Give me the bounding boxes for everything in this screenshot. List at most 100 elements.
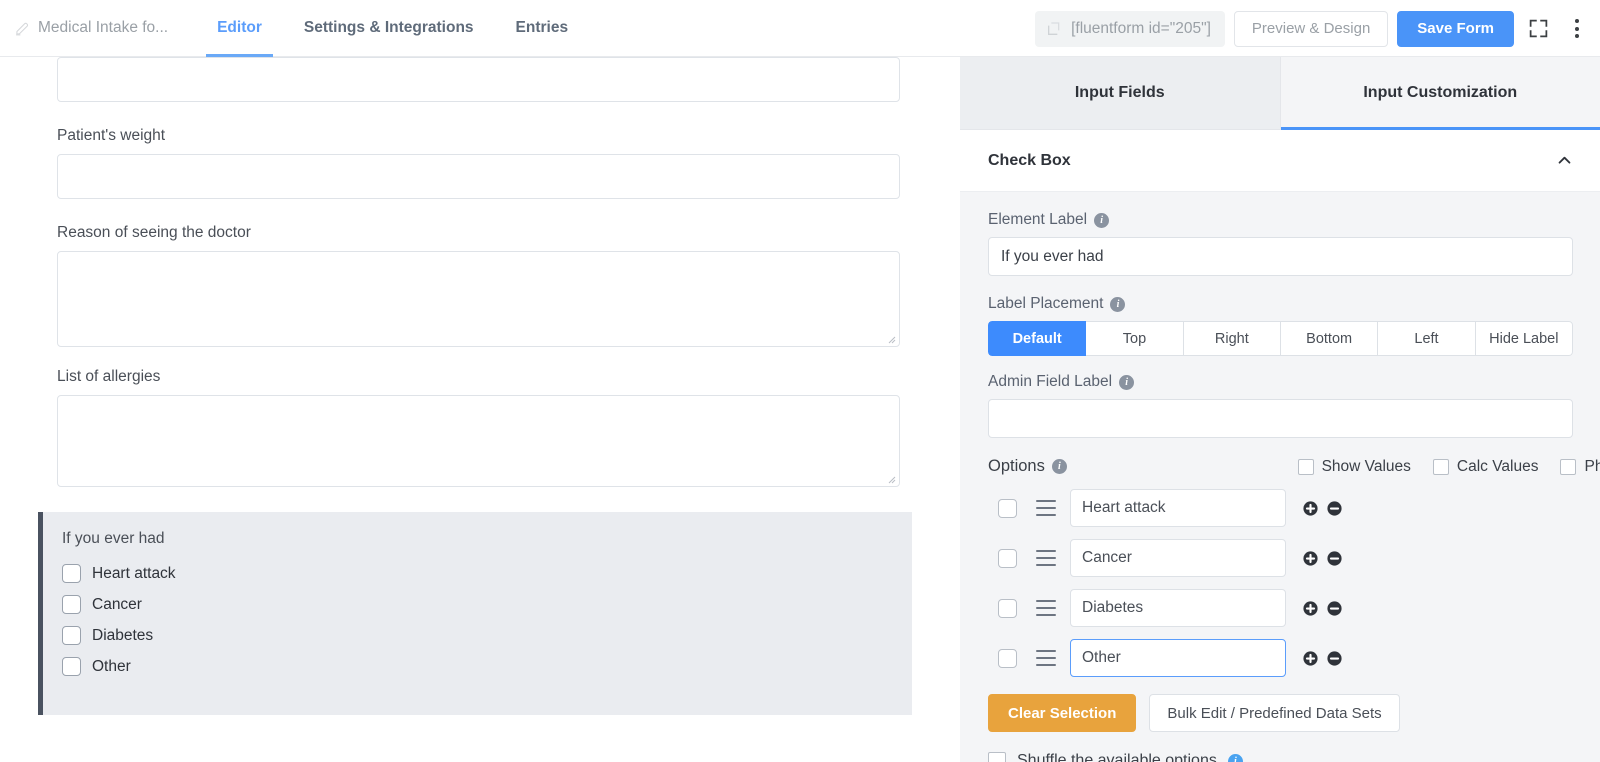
option-value-input-0[interactable] <box>1070 489 1286 527</box>
label-placement-hide-label[interactable]: Hide Label <box>1476 321 1573 356</box>
option-value-input-3[interactable] <box>1070 639 1286 677</box>
flag-photo[interactable]: Photo <box>1560 458 1600 476</box>
info-icon[interactable]: i <box>1094 213 1109 228</box>
canvas-panel-gutter <box>940 57 960 762</box>
canvas-checkbox-option-1[interactable]: Cancer <box>62 595 912 614</box>
option-row-actions-2 <box>1302 600 1343 617</box>
shortcode-badge[interactable]: [fluentform id="205"] <box>1035 11 1225 47</box>
admin-field-label-row: Admin Field Label i <box>988 373 1573 391</box>
top-bar-actions: [fluentform id="205"] Preview & Design S… <box>1035 0 1592 57</box>
info-icon[interactable]: i <box>1052 459 1067 474</box>
label-placement-top[interactable]: Top <box>1086 321 1183 356</box>
label-placement-default[interactable]: Default <box>988 321 1086 356</box>
option-value-input-1[interactable] <box>1070 539 1286 577</box>
field-reason-textarea[interactable] <box>57 251 900 347</box>
more-options-button[interactable] <box>1562 11 1592 47</box>
element-label-input[interactable] <box>988 237 1573 276</box>
plus-circle-icon[interactable] <box>1302 550 1319 567</box>
option-default-checkbox[interactable] <box>998 649 1017 668</box>
admin-field-label-input[interactable] <box>988 399 1573 438</box>
checkbox-icon[interactable] <box>1560 459 1576 475</box>
shortcode-text: [fluentform id="205"] <box>1071 20 1211 38</box>
form-title-group[interactable]: Medical Intake fo... <box>14 19 168 37</box>
section-title: Check Box <box>988 152 1071 170</box>
flag-calc-values-label: Calc Values <box>1457 458 1539 476</box>
drag-handle-icon[interactable] <box>1036 600 1056 616</box>
checkbox-icon[interactable] <box>62 657 81 676</box>
drag-handle-icon[interactable] <box>1036 550 1056 566</box>
save-form-button[interactable]: Save Form <box>1397 11 1514 47</box>
checkbox-icon[interactable] <box>988 752 1006 762</box>
main-nav-tabs: Editor Settings & Integrations Entries <box>196 0 589 57</box>
label-placement-text: Label Placement <box>988 295 1103 313</box>
info-icon[interactable]: i <box>1228 754 1243 762</box>
checkbox-icon[interactable] <box>62 564 81 583</box>
checkbox-icon[interactable] <box>1433 459 1449 475</box>
drag-handle-icon[interactable] <box>1036 500 1056 516</box>
clear-selection-button[interactable]: Clear Selection <box>988 694 1136 732</box>
label-placement-left[interactable]: Left <box>1378 321 1475 356</box>
plus-circle-icon[interactable] <box>1302 600 1319 617</box>
field-allergies-label: List of allergies <box>57 368 899 386</box>
option-row-2 <box>988 589 1573 627</box>
form-field-allergies: List of allergies <box>0 368 940 487</box>
field-allergies-textarea[interactable] <box>57 395 900 487</box>
tab-entries-label: Entries <box>516 19 569 37</box>
label-placement-bottom[interactable]: Bottom <box>1281 321 1378 356</box>
field-patients-weight-input[interactable] <box>57 154 900 199</box>
canvas-checkbox-label: Cancer <box>92 596 142 614</box>
tab-input-fields[interactable]: Input Fields <box>960 57 1281 129</box>
option-row-actions-3 <box>1302 650 1343 667</box>
options-actions: Clear Selection Bulk Edit / Predefined D… <box>988 694 1573 732</box>
options-flags: Show Values Calc Values Photo <box>1298 458 1600 476</box>
plus-circle-icon[interactable] <box>1302 650 1319 667</box>
tab-editor-label: Editor <box>217 19 262 37</box>
minus-circle-icon[interactable] <box>1326 550 1343 567</box>
flag-calc-values[interactable]: Calc Values <box>1433 458 1539 476</box>
tab-entries[interactable]: Entries <box>495 0 590 57</box>
minus-circle-icon[interactable] <box>1326 650 1343 667</box>
shuffle-options-row[interactable]: Shuffle the available options i <box>988 752 1573 762</box>
form-field-patients-weight: Patient's weight <box>0 127 940 199</box>
canvas-checkbox-option-2[interactable]: Diabetes <box>62 626 912 645</box>
minus-circle-icon[interactable] <box>1326 600 1343 617</box>
plus-circle-icon[interactable] <box>1302 500 1319 517</box>
option-default-checkbox[interactable] <box>998 599 1017 618</box>
field-reason-label: Reason of seeing the doctor <box>57 224 899 242</box>
canvas-checkbox-option-3[interactable]: Other <box>62 657 912 676</box>
option-value-input-2[interactable] <box>1070 589 1286 627</box>
fullscreen-button[interactable] <box>1523 11 1553 47</box>
label-placement-row: Label Placement i <box>988 295 1573 313</box>
option-default-checkbox[interactable] <box>998 499 1017 518</box>
pencil-icon <box>14 20 31 37</box>
option-row-0 <box>988 489 1573 527</box>
form-title: Medical Intake fo... <box>38 19 168 37</box>
label-placement-right[interactable]: Right <box>1184 321 1281 356</box>
tab-input-customization[interactable]: Input Customization <box>1281 57 1600 129</box>
editor-body: Patient's weight Reason of seeing the do… <box>0 57 1600 762</box>
canvas-checkbox-option-0[interactable]: Heart attack <box>62 564 912 583</box>
checkbox-icon[interactable] <box>1298 459 1314 475</box>
section-header-check-box[interactable]: Check Box <box>960 130 1600 192</box>
option-default-checkbox[interactable] <box>998 549 1017 568</box>
checkbox-icon[interactable] <box>62 626 81 645</box>
checkbox-icon[interactable] <box>62 595 81 614</box>
minus-circle-icon[interactable] <box>1326 500 1343 517</box>
selected-field-checkbox[interactable]: If you ever had Heart attack Cancer Diab… <box>38 512 912 715</box>
tab-settings-integrations-label: Settings & Integrations <box>304 19 474 37</box>
field-0-input[interactable] <box>57 57 900 102</box>
option-row-actions-0 <box>1302 500 1343 517</box>
drag-handle-icon[interactable] <box>1036 650 1056 666</box>
flag-show-values[interactable]: Show Values <box>1298 458 1411 476</box>
info-icon[interactable]: i <box>1110 297 1125 312</box>
bulk-edit-button[interactable]: Bulk Edit / Predefined Data Sets <box>1149 694 1399 732</box>
info-icon[interactable]: i <box>1119 375 1134 390</box>
resize-grip-icon <box>886 474 896 484</box>
panel-body: Element Label i Label Placement i Defaul… <box>960 192 1600 762</box>
option-row-1 <box>988 539 1573 577</box>
form-canvas: Patient's weight Reason of seeing the do… <box>0 57 940 762</box>
preview-design-button[interactable]: Preview & Design <box>1234 11 1388 47</box>
tab-settings-integrations[interactable]: Settings & Integrations <box>283 0 495 57</box>
tab-editor[interactable]: Editor <box>196 0 283 57</box>
chevron-up-icon[interactable] <box>1556 152 1573 169</box>
